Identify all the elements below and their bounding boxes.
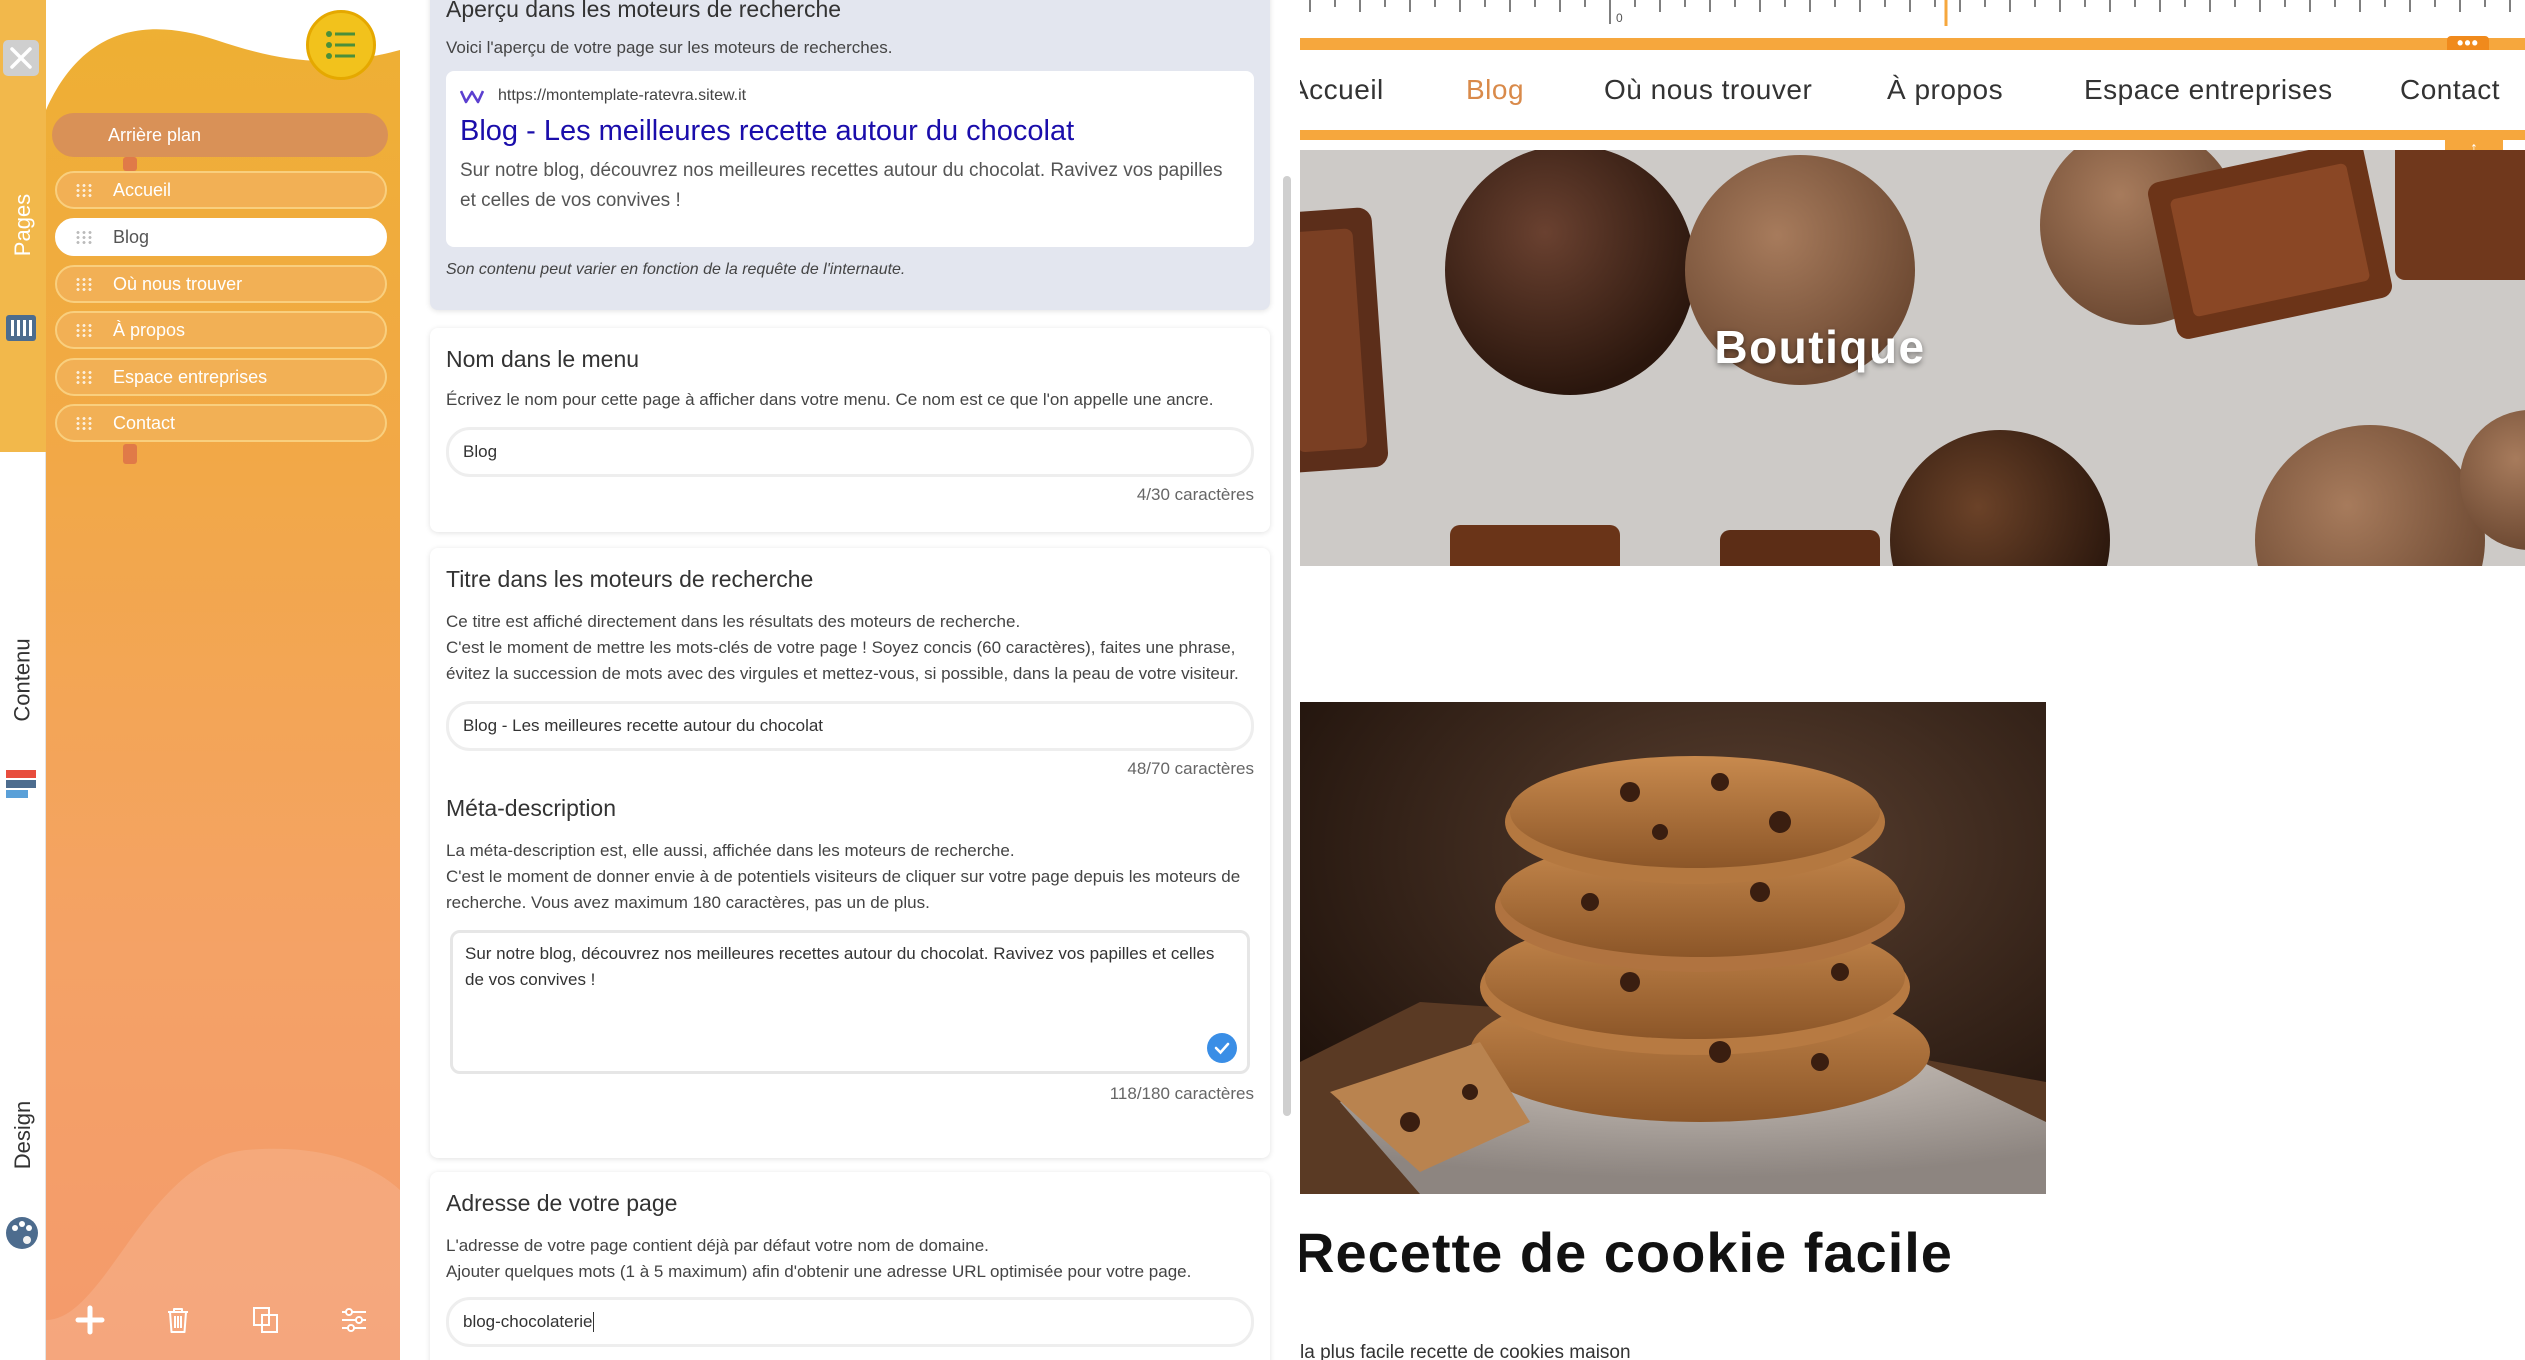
menu-toggle-button[interactable] bbox=[306, 10, 376, 80]
seo-title-advice: C'est le moment de mettre les mots-clés … bbox=[446, 638, 1239, 683]
pages-tab-icon[interactable] bbox=[2, 310, 40, 348]
serp-url-row: https://montemplate-ratevra.sitew.it bbox=[460, 87, 1240, 105]
seo-card: Titre dans les moteurs de recherche Ce t… bbox=[430, 548, 1270, 1158]
ruler-ticks: 0 bbox=[1309, 0, 2511, 26]
seo-title-input[interactable]: Blog - Les meilleures recette autour du … bbox=[446, 701, 1254, 751]
seo-title-description: Ce titre est affiché directement dans le… bbox=[446, 612, 1021, 631]
cookies-image bbox=[1300, 702, 2046, 1194]
page-connector bbox=[123, 444, 137, 464]
nav-espace-entreprises[interactable]: Espace entreprises bbox=[2084, 74, 2333, 106]
page-item-ou-nous-trouver[interactable]: Où nous trouver bbox=[55, 265, 387, 303]
delete-page-button[interactable] bbox=[158, 1300, 198, 1340]
menu-name-title: Nom dans le menu bbox=[446, 346, 640, 372]
site-preview: 0 ••• Accueil Blog Où nous trouver À pro… bbox=[1300, 0, 2525, 1360]
drag-handle-icon[interactable] bbox=[75, 323, 93, 337]
serp-description: Sur notre blog, découvrez nos meilleures… bbox=[460, 160, 1223, 211]
sliders-icon bbox=[342, 1308, 366, 1332]
nav-blog[interactable]: Blog bbox=[1466, 74, 1524, 106]
add-page-button[interactable] bbox=[70, 1300, 110, 1340]
page-address-info: L'adresse de votre page contient déjà pa… bbox=[446, 1236, 989, 1255]
sitew-logo-icon bbox=[460, 90, 484, 104]
menu-name-description: Écrivez le nom pour cette page à affiche… bbox=[446, 390, 1214, 409]
meta-description-textarea[interactable]: Sur notre blog, découvrez nos meilleures… bbox=[450, 930, 1250, 1074]
page-item-accueil[interactable]: Accueil bbox=[55, 171, 387, 209]
meta-description-info: La méta-description est, elle aussi, aff… bbox=[446, 841, 1015, 860]
pages-panel: Arrière plan Accueil Blog Où nous trouve… bbox=[46, 0, 400, 1360]
page-address-card: Adresse de votre page L'adresse de votre… bbox=[430, 1172, 1270, 1360]
ruler-zero-label: 0 bbox=[1616, 11, 1623, 25]
serp-preview-description: Voici l'aperçu de votre page sur les mot… bbox=[446, 38, 893, 57]
menu-name-counter: 4/30 caractères bbox=[1136, 485, 1254, 504]
meta-description-advice: C'est le moment de donner envie à de pot… bbox=[446, 867, 1241, 912]
page-item-a-propos[interactable]: À propos bbox=[55, 311, 387, 349]
banner-image: Boutique bbox=[1300, 150, 2525, 566]
nav-contact[interactable]: Contact bbox=[2400, 74, 2500, 106]
serp-title: Blog - Les meilleures recette autour du … bbox=[460, 115, 1075, 147]
nav-a-propos[interactable]: À propos bbox=[1887, 74, 2003, 106]
banner-title: Boutique bbox=[1714, 321, 1926, 373]
page-connector bbox=[123, 157, 137, 171]
text-cursor bbox=[593, 1312, 595, 1332]
recipe-subtitle: la plus facile recette de cookies maison bbox=[1300, 1342, 1631, 1360]
page-item-espace-entreprises[interactable]: Espace entreprises bbox=[55, 358, 387, 396]
page-address-title: Adresse de votre page bbox=[446, 1190, 678, 1216]
drag-handle-icon[interactable] bbox=[75, 183, 93, 197]
menu-name-input[interactable]: Blog bbox=[446, 427, 1254, 477]
drag-handle-icon[interactable] bbox=[75, 416, 93, 430]
seo-title-counter: 48/70 caractères bbox=[1127, 759, 1254, 778]
content-tab-icon[interactable] bbox=[2, 764, 40, 802]
tab-pages[interactable]: Pages bbox=[0, 180, 46, 270]
check-icon bbox=[1207, 1033, 1237, 1063]
page-settings-panel: Aperçu dans les moteurs de recherche Voi… bbox=[400, 0, 1300, 1360]
menu-name-card: Nom dans le menu Écrivez le nom pour cet… bbox=[430, 328, 1270, 532]
close-button[interactable] bbox=[3, 40, 39, 76]
background-item[interactable]: Arrière plan bbox=[52, 113, 388, 157]
page-address-input[interactable]: blog-chocolaterie bbox=[446, 1297, 1254, 1347]
tab-contenu[interactable]: Contenu bbox=[0, 620, 46, 740]
drag-handle-icon[interactable] bbox=[75, 277, 93, 291]
palette-icon[interactable] bbox=[3, 1214, 41, 1252]
duplicate-icon bbox=[253, 1307, 278, 1333]
serp-result: https://montemplate-ratevra.sitew.it Blo… bbox=[446, 71, 1254, 247]
serp-preview-card: Aperçu dans les moteurs de recherche Voi… bbox=[430, 0, 1270, 310]
settings-scrollbar[interactable] bbox=[1283, 176, 1291, 1116]
page-address-advice: Ajouter quelques mots (1 à 5 maximum) af… bbox=[446, 1262, 1192, 1281]
drag-handle-icon[interactable] bbox=[75, 370, 93, 384]
plus-icon bbox=[75, 1305, 105, 1335]
page-item-contact[interactable]: Contact bbox=[55, 404, 387, 442]
meta-description-heading: Méta-description bbox=[446, 795, 617, 821]
meta-description-counter: 118/180 caractères bbox=[1109, 1084, 1254, 1103]
recipe-title: Recette de cookie facile bbox=[1300, 1221, 1953, 1284]
ruler: 0 bbox=[1300, 0, 2525, 38]
duplicate-page-button[interactable] bbox=[246, 1300, 286, 1340]
page-item-blog[interactable]: Blog bbox=[55, 218, 387, 256]
seo-title-heading: Titre dans les moteurs de recherche bbox=[446, 566, 814, 592]
serp-url: https://montemplate-ratevra.sitew.it bbox=[498, 87, 747, 104]
serp-note: Son contenu peut varier en fonction de l… bbox=[446, 261, 906, 278]
ruler-accent-line bbox=[1300, 38, 2525, 50]
close-icon bbox=[10, 47, 32, 69]
nav-ou-nous-trouver[interactable]: Où nous trouver bbox=[1604, 74, 1812, 106]
side-rail: Pages Contenu Design bbox=[0, 0, 46, 1360]
page-settings-button[interactable] bbox=[334, 1300, 374, 1340]
trash-icon bbox=[168, 1308, 188, 1333]
serp-preview-title: Aperçu dans les moteurs de recherche bbox=[446, 0, 842, 22]
list-icon bbox=[326, 31, 355, 59]
drag-handle-icon[interactable] bbox=[75, 230, 93, 244]
tab-design[interactable]: Design bbox=[0, 1090, 46, 1180]
cookies-photo bbox=[1300, 702, 2046, 1194]
site-nav: Accueil Blog Où nous trouver À propos Es… bbox=[1300, 50, 2525, 140]
nav-accueil[interactable]: Accueil bbox=[1300, 74, 1384, 106]
